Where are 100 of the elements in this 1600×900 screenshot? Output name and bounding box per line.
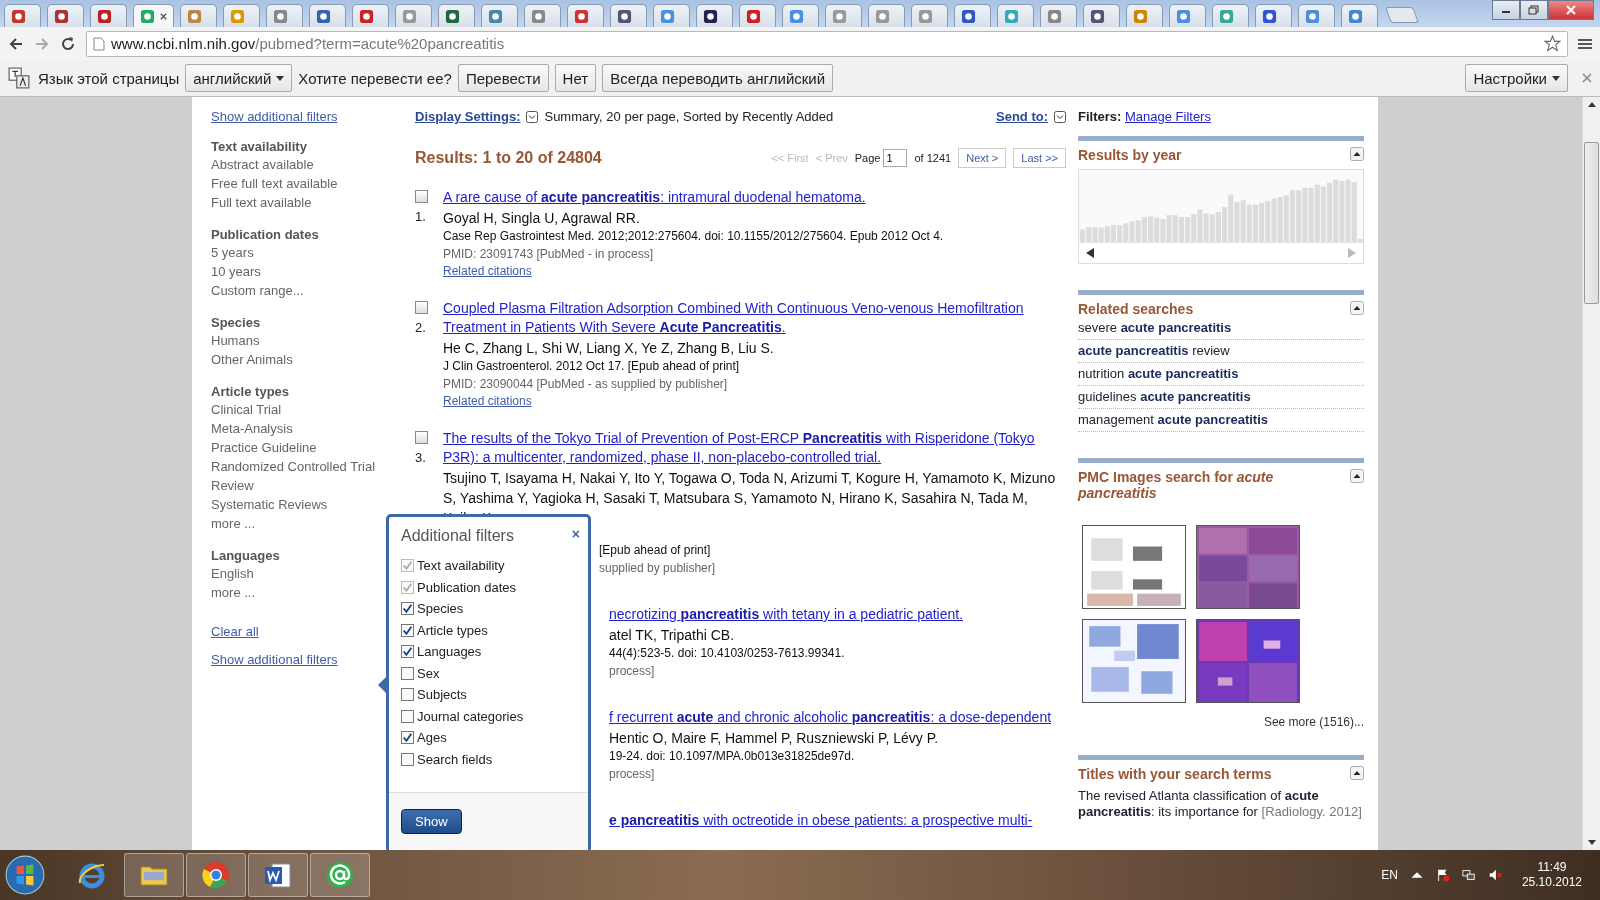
filter-option[interactable]: Other Animals	[211, 350, 293, 369]
scrollbar[interactable]	[1582, 97, 1600, 850]
translate-bar-button[interactable]: Нет	[554, 64, 597, 92]
taskbar-app[interactable]	[248, 853, 308, 897]
filter-option[interactable]: Meta-Analysis	[211, 419, 293, 438]
filter-option[interactable]: Abstract available	[211, 155, 314, 174]
scroll-down-icon[interactable]	[1587, 840, 1596, 845]
collapse-icon[interactable]	[1350, 301, 1364, 315]
taskbar-app[interactable]	[186, 853, 246, 897]
result-checkbox[interactable]	[415, 301, 428, 314]
related-search-link[interactable]: management acute pancreatitis	[1078, 409, 1364, 432]
address-bar[interactable]: www.ncbi.nlm.nih.gov/pubmed?term=acute%20pancreatitis	[86, 30, 1568, 57]
settings-dropdown[interactable]: Настройки	[1465, 64, 1568, 92]
send-to-link[interactable]: Send to:	[996, 109, 1048, 124]
filter-checkbox[interactable]	[401, 752, 414, 766]
pagination-button[interactable]: Next >	[958, 148, 1007, 168]
start-button[interactable]	[4, 854, 46, 896]
related-citations-link[interactable]: Related citations	[443, 263, 532, 279]
related-search-link[interactable]: acute pancreatitis review	[1078, 340, 1364, 363]
filter-checkbox[interactable]	[401, 666, 414, 680]
keyboard-language[interactable]: EN	[1381, 868, 1398, 882]
filter-option[interactable]: Humans	[211, 331, 260, 350]
result-title-link[interactable]: e pancreatitis with octreotide in obese patients: a prospective multi-	[609, 811, 1033, 830]
reload-icon[interactable]	[60, 35, 76, 52]
filter-option[interactable]: more ...	[211, 583, 256, 602]
browser-tab[interactable]	[954, 4, 991, 27]
browser-tab[interactable]	[438, 4, 475, 27]
filter-option[interactable]: Custom range...	[211, 281, 304, 300]
muted-speaker-icon[interactable]	[1487, 868, 1502, 882]
clear-all-link[interactable]: Clear all	[211, 624, 259, 639]
browser-tab[interactable]	[47, 4, 84, 27]
network-icon[interactable]	[1461, 868, 1476, 882]
related-search-link[interactable]: severe acute pancreatitis	[1078, 317, 1364, 340]
clock[interactable]: 11:49 25.10.2012	[1521, 860, 1582, 890]
filter-option[interactable]: more ...	[211, 514, 256, 533]
browser-tab[interactable]	[1083, 4, 1120, 27]
browser-tab[interactable]	[1255, 4, 1292, 27]
filter-checkbox[interactable]	[401, 645, 414, 659]
flag-icon[interactable]	[1435, 868, 1450, 882]
filter-option[interactable]: 10 years	[211, 262, 261, 281]
result-title-link[interactable]: necrotizing pancreatitis with tetany in a pediatric patient.	[609, 605, 964, 624]
scrollbar-thumb[interactable]	[1584, 142, 1599, 304]
result-checkbox[interactable]	[415, 431, 428, 444]
close-icon[interactable]	[159, 11, 168, 21]
bookmark-star-icon[interactable]	[1544, 35, 1561, 52]
filter-option[interactable]: English	[211, 564, 254, 583]
translate-bar-button[interactable]: Перевести	[457, 64, 549, 92]
show-filters-link[interactable]: Show additional filters	[211, 652, 338, 667]
filter-option[interactable]: Review	[211, 476, 254, 495]
right-arrow-icon[interactable]	[1348, 248, 1356, 258]
minimize-button[interactable]	[1492, 0, 1520, 20]
close-icon[interactable]	[1582, 73, 1592, 83]
show-filters-link[interactable]: Show additional filters	[211, 109, 338, 124]
language-dropdown[interactable]: английский	[185, 64, 293, 92]
filter-option[interactable]: Free full text available	[211, 174, 338, 193]
taskbar-app[interactable]	[124, 853, 184, 897]
close-button[interactable]: ×	[571, 527, 580, 541]
dropdown-icon[interactable]	[526, 110, 539, 123]
filter-checkbox[interactable]	[401, 623, 414, 637]
filter-option[interactable]: Clinical Trial	[211, 400, 282, 419]
result-title-link[interactable]: The results of the Tokyo Trial of Prevention of Post-ERCP Pancreatitis with Risperidone (Tokyo P3R): a multicenter, randomized, phase II, non-placebo-controlled trial.	[443, 429, 1066, 467]
collapse-icon[interactable]	[1350, 469, 1364, 483]
scroll-up-icon[interactable]	[1587, 102, 1596, 107]
collapse-icon[interactable]	[1350, 147, 1364, 161]
filter-option[interactable]: Systematic Reviews	[211, 495, 328, 514]
filter-option[interactable]: Practice Guideline	[211, 438, 317, 457]
filter-checkbox[interactable]	[401, 731, 414, 745]
filter-checkbox[interactable]	[401, 688, 414, 702]
filter-checkbox[interactable]	[401, 709, 414, 723]
related-search-link[interactable]: guidelines acute pancreatitis	[1078, 386, 1364, 409]
pagination-button[interactable]: Last >>	[1013, 148, 1066, 168]
taskbar-app[interactable]	[310, 853, 370, 897]
filter-option[interactable]: Full text available	[211, 193, 312, 212]
related-search-link[interactable]: nutrition acute pancreatitis	[1078, 363, 1364, 386]
back-icon[interactable]	[8, 35, 24, 52]
show-button[interactable]: Show	[401, 809, 462, 834]
search-term-title[interactable]: The revised Atlanta classification of acute pancreatitis: its importance for [Radiology. 2012]	[1078, 788, 1364, 820]
see-more-link[interactable]: See more (1516)...	[1078, 715, 1364, 729]
translate-bar-button[interactable]: Всегда переводить английский	[602, 64, 834, 92]
result-title-link[interactable]: Coupled Plasma Filtration Adsorption Combined With Continuous Veno-venous Hemofiltration Treatment in Patients With Severe Acute Pancreatitis.	[443, 299, 1066, 337]
dropdown-icon[interactable]	[1054, 110, 1066, 123]
left-arrow-icon[interactable]	[1086, 248, 1094, 258]
browser-tab[interactable]	[696, 4, 733, 27]
forward-icon[interactable]	[34, 35, 50, 52]
result-checkbox[interactable]	[415, 190, 428, 203]
new-tab-button[interactable]	[1385, 7, 1419, 23]
filter-option[interactable]: Randomized Controlled Trial	[211, 457, 376, 476]
manage-filters-link[interactable]: Manage Filters	[1124, 109, 1211, 124]
browser-tab[interactable]	[610, 4, 647, 27]
page-number-field[interactable]: 1	[883, 149, 908, 167]
collapse-icon[interactable]	[1350, 766, 1364, 780]
result-title-link[interactable]: A rare cause of acute pancreatitis: intramural duodenal hematoma.	[443, 188, 866, 207]
close-button[interactable]	[1548, 0, 1594, 20]
related-citations-link[interactable]: Related citations	[443, 393, 532, 409]
filter-checkbox[interactable]	[401, 602, 414, 616]
menu-icon[interactable]	[1578, 37, 1592, 50]
result-title-link[interactable]: f recurrent acute and chronic alcoholic pancreatitis: a dose-dependent	[609, 708, 1052, 727]
restore-button[interactable]	[1520, 0, 1548, 20]
filter-option[interactable]: 5 years	[211, 243, 254, 262]
browser-tab[interactable]	[90, 4, 127, 27]
